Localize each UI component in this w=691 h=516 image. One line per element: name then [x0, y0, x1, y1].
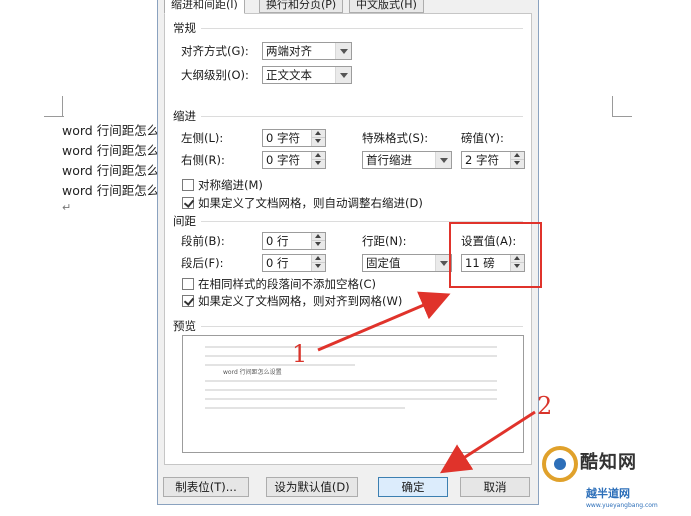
annotation-number-2: 2 [537, 392, 553, 420]
watermark-title: 酷知网 [580, 452, 637, 473]
watermark: 酷知网 越半道网 www.yueyangbang.com [540, 440, 691, 516]
annotation-arrows [317, 291, 536, 474]
arrow-2 [439, 410, 536, 474]
annotation-number-1: 1 [292, 340, 308, 368]
tab-indents-spacing[interactable]: 缩进和间距(I) [164, 0, 245, 14]
watermark-logo-icon [542, 446, 578, 482]
watermark-subtitle: 越半道网 [586, 487, 630, 500]
watermark-url: www.yueyangbang.com [586, 502, 658, 509]
arrow-1 [317, 291, 451, 352]
